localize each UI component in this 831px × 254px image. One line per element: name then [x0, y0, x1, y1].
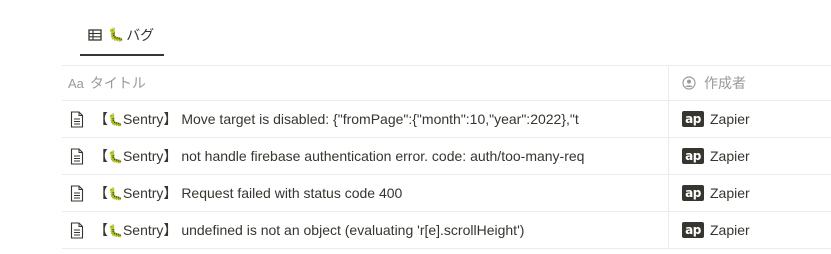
table-row[interactable]: 【🐛Sentry】 Request failed with status cod… — [62, 175, 831, 211]
text-type-icon: Aa — [68, 75, 84, 91]
database-view: ’ ’ 🐛 バグ Aa タイトル 作成者 — [0, 0, 831, 254]
title-cell[interactable]: 【🐛Sentry】 Move target is disabled: {"fro… — [62, 109, 676, 129]
zapier-logo-icon: ap — [682, 148, 704, 164]
title-cell[interactable]: 【🐛Sentry】 Request failed with status cod… — [62, 183, 676, 203]
breadcrumb: ’ ’ — [36, 0, 44, 6]
creator-name: Zapier — [710, 148, 750, 164]
person-icon — [682, 76, 696, 90]
table-row[interactable]: 【🐛Sentry】 Move target is disabled: {"fro… — [62, 101, 831, 137]
zapier-logo-icon: ap — [682, 185, 704, 201]
creator-name: Zapier — [710, 222, 750, 238]
table-row[interactable]: 【🐛Sentry】 not handle firebase authentica… — [62, 138, 831, 174]
bug-emoji-icon: 🐛 — [108, 150, 123, 164]
title-cell[interactable]: 【🐛Sentry】 not handle firebase authentica… — [62, 146, 676, 166]
page-icon — [70, 184, 84, 202]
tab-label: バグ — [126, 27, 155, 43]
row-title: 【🐛Sentry】 undefined is not an object (ev… — [94, 222, 525, 238]
table-header: Aa タイトル 作成者 — [62, 66, 831, 100]
page-icon — [70, 147, 84, 165]
creator-cell[interactable]: ap Zapier — [676, 222, 750, 238]
column-header-title[interactable]: Aa タイトル — [62, 73, 682, 93]
tab-bug-table[interactable]: 🐛 バグ — [80, 22, 165, 56]
bug-emoji-icon: 🐛 — [108, 27, 125, 43]
column-header-label: タイトル — [89, 75, 146, 91]
table-icon — [88, 29, 102, 41]
row-title: 【🐛Sentry】 not handle firebase authentica… — [94, 148, 585, 164]
creator-cell[interactable]: ap Zapier — [676, 111, 750, 127]
page-icon — [70, 110, 84, 128]
row-title: 【🐛Sentry】 Request failed with status cod… — [94, 185, 403, 201]
divider — [62, 248, 831, 249]
title-cell[interactable]: 【🐛Sentry】 undefined is not an object (ev… — [62, 220, 676, 240]
column-header-creator[interactable]: 作成者 — [682, 73, 746, 93]
view-tabs: 🐛 バグ — [80, 22, 165, 58]
zapier-logo-icon: ap — [682, 111, 704, 127]
zapier-logo-icon: ap — [682, 222, 704, 238]
page-icon — [70, 221, 84, 239]
bug-emoji-icon: 🐛 — [108, 224, 123, 238]
creator-name: Zapier — [710, 111, 750, 127]
table-row[interactable]: 【🐛Sentry】 undefined is not an object (ev… — [62, 212, 831, 248]
row-title: 【🐛Sentry】 Move target is disabled: {"fro… — [94, 111, 579, 127]
bug-emoji-icon: 🐛 — [108, 187, 123, 201]
creator-name: Zapier — [710, 185, 750, 201]
column-header-label: 作成者 — [704, 75, 746, 91]
bug-emoji-icon: 🐛 — [108, 113, 123, 127]
creator-cell[interactable]: ap Zapier — [676, 148, 750, 164]
creator-cell[interactable]: ap Zapier — [676, 185, 750, 201]
